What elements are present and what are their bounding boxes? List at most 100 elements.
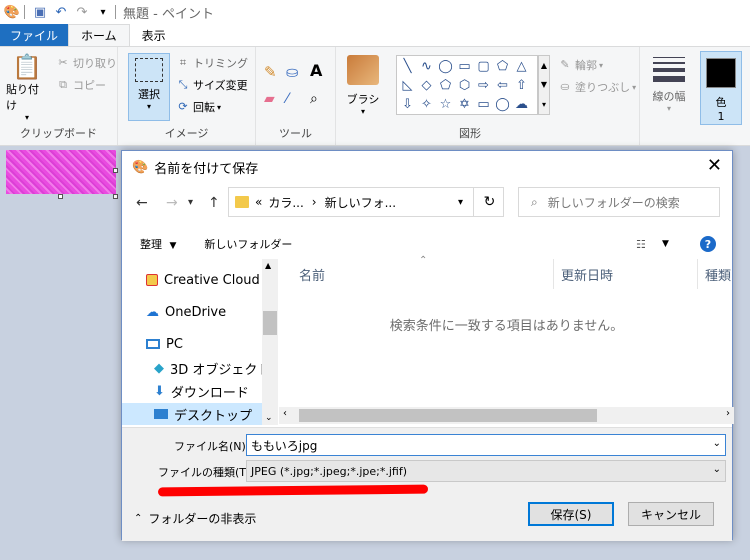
chevron-down-icon[interactable]: ⌄ [713, 464, 721, 475]
scroll-thumb[interactable] [263, 311, 277, 335]
six-point-star-icon[interactable]: ✡ [455, 95, 474, 114]
chevron-down-icon[interactable]: ▾ [458, 197, 463, 208]
rounded-rect-shape-icon[interactable]: ▢ [474, 57, 493, 76]
triangle-shape-icon[interactable]: △ [512, 57, 531, 76]
hexagon-shape-icon[interactable]: ⬡ [455, 76, 474, 95]
cancel-button[interactable]: キャンセル [628, 502, 714, 526]
column-type[interactable]: 種類 [705, 259, 734, 289]
callout-cloud-icon[interactable]: ☁ [512, 95, 531, 114]
color-1-button[interactable]: 色 1 [700, 51, 742, 125]
up-icon[interactable]: ↑ [208, 195, 220, 211]
scroll-left-icon[interactable]: ‹ [283, 408, 287, 419]
close-icon[interactable]: ✕ [707, 157, 722, 175]
column-separator[interactable] [553, 259, 554, 289]
help-icon[interactable]: ? [700, 236, 716, 252]
oval-shape-icon[interactable]: ◯ [436, 57, 455, 76]
nav-item-label: Creative Cloud [164, 272, 260, 288]
diamond-shape-icon[interactable]: ◇ [417, 76, 436, 95]
text-icon[interactable]: A [310, 61, 322, 80]
scroll-down-icon[interactable]: ▼ [541, 80, 547, 89]
breadcrumb-separator[interactable]: › [312, 195, 317, 209]
cut-button[interactable]: ✂ 切り取り [56, 55, 117, 71]
tab-file[interactable]: ファイル [0, 24, 69, 46]
pencil-icon[interactable]: ✎ [264, 63, 277, 81]
redo-icon[interactable]: ↷ [73, 3, 91, 21]
save-icon[interactable]: ▣ [31, 3, 49, 21]
search-field[interactable]: ⌕ 新しいフォルダーの検索 [518, 187, 720, 217]
nav-item-creative-cloud[interactable]: Creative Cloud [146, 269, 260, 291]
expand-icon[interactable]: ▾ [542, 100, 546, 109]
scroll-right-icon[interactable]: › [726, 408, 730, 419]
file-type-select[interactable]: JPEG (*.jpg;*.jpeg;*.jpe;*.jfif) ⌄ [246, 460, 726, 482]
magnifier-icon[interactable]: ⌕ [310, 91, 318, 107]
nav-item-pc[interactable]: PC [146, 333, 183, 355]
tab-home[interactable]: ホーム [68, 24, 130, 46]
pentagon-shape-icon[interactable]: ⬠ [436, 76, 455, 95]
undo-icon[interactable]: ↶ [52, 3, 70, 21]
line-shape-icon[interactable]: ╲ [398, 57, 417, 76]
hide-folders-toggle[interactable]: ⌃ フォルダーの非表示 [134, 510, 256, 527]
column-name[interactable]: 名前 [299, 259, 325, 289]
resize-handle[interactable] [58, 194, 63, 199]
chevron-down-icon[interactable]: ▼ [662, 239, 669, 249]
back-icon[interactable]: ← [136, 195, 148, 211]
file-name-input[interactable]: ももいろjpg ⌄ [246, 434, 726, 456]
scroll-up-icon[interactable]: ▲ [265, 261, 271, 270]
horizontal-scrollbar[interactable]: ‹ › [279, 407, 734, 424]
rotate-button[interactable]: ⟳ 回転 ▾ [176, 99, 221, 115]
curve-shape-icon[interactable]: ∿ [417, 57, 436, 76]
customize-toolbar-icon[interactable]: ▾ [94, 3, 112, 21]
forward-icon[interactable]: → [166, 195, 178, 211]
address-bar[interactable]: « カラ... › 新しいフォ... ▾ [228, 187, 504, 217]
recent-locations-icon[interactable]: ▾ [188, 197, 193, 208]
address-overflow[interactable]: « [255, 195, 262, 209]
crop-button[interactable]: ⌗ トリミング [176, 55, 248, 71]
nav-item-3d-objects[interactable]: ◆ 3D オブジェクト [154, 357, 270, 379]
fill-button[interactable]: ⛀ 塗りつぶし ▾ [558, 79, 636, 95]
left-arrow-shape-icon[interactable]: ⇦ [493, 76, 512, 95]
eraser-icon[interactable]: ▰ [264, 91, 275, 107]
down-arrow-shape-icon[interactable]: ⇩ [398, 95, 417, 114]
copy-button[interactable]: ⧉ コピー [56, 77, 106, 93]
nav-scrollbar[interactable]: ▲ ⌄ [262, 259, 278, 425]
right-triangle-shape-icon[interactable]: ◺ [398, 76, 417, 95]
view-options-icon[interactable]: ☷ [636, 238, 646, 251]
resize-button[interactable]: ⤡ サイズ変更 [176, 77, 248, 93]
column-modified[interactable]: 更新日時 [561, 259, 613, 289]
nav-item-onedrive[interactable]: ☁ OneDrive [146, 301, 226, 323]
up-arrow-shape-icon[interactable]: ⇧ [512, 76, 531, 95]
callout-oval-icon[interactable]: ◯ [493, 95, 512, 114]
chevron-down-icon[interactable]: ⌄ [713, 438, 721, 449]
rectangle-shape-icon[interactable]: ▭ [455, 57, 474, 76]
scroll-thumb[interactable] [299, 409, 597, 422]
scroll-down-icon[interactable]: ⌄ [265, 413, 273, 423]
organize-button[interactable]: 整理 ▼ [140, 236, 176, 252]
address-segment-2[interactable]: 新しいフォ... [325, 194, 396, 211]
callout-rect-icon[interactable]: ▭ [474, 95, 493, 114]
fill-bucket-icon[interactable]: ⛀ [286, 63, 299, 81]
canvas-pink-fill[interactable] [6, 150, 116, 194]
nav-item-desktop[interactable]: デスクトップ [122, 403, 262, 425]
five-point-star-icon[interactable]: ☆ [436, 95, 455, 114]
four-point-star-icon[interactable]: ✧ [417, 95, 436, 114]
resize-handle[interactable] [113, 168, 118, 173]
address-segment-1[interactable]: カラ... [268, 194, 303, 211]
shapes-scrollbar[interactable]: ▲ ▼ ▾ [538, 55, 550, 115]
column-separator[interactable] [697, 259, 698, 289]
color-picker-icon[interactable]: ⁄ [286, 91, 288, 107]
nav-item-downloads[interactable]: ⬇ ダウンロード [154, 380, 249, 402]
scroll-up-icon[interactable]: ▲ [541, 61, 547, 70]
line-width-button[interactable]: 線の幅 ▾ [648, 55, 690, 113]
paste-button[interactable]: 📋 貼り付け ▾ [6, 53, 48, 122]
polygon-shape-icon[interactable]: ⬠ [493, 57, 512, 76]
outline-button[interactable]: ✎ 輪郭 ▾ [558, 57, 603, 73]
resize-handle[interactable] [113, 194, 118, 199]
right-arrow-shape-icon[interactable]: ⇨ [474, 76, 493, 95]
refresh-button[interactable]: ↻ [473, 188, 505, 216]
tab-view[interactable]: 表示 [130, 24, 178, 46]
brush-button[interactable]: ブラシ ▾ [342, 55, 384, 116]
shapes-gallery[interactable]: ╲ ∿ ◯ ▭ ▢ ⬠ △ ◺ ◇ ⬠ ⬡ ⇨ ⇦ ⇧ ⇩ ✧ ☆ ✡ ▭ ◯ … [396, 55, 538, 115]
new-folder-button[interactable]: 新しいフォルダー [204, 236, 292, 252]
save-button[interactable]: 保存(S) [528, 502, 614, 526]
select-button[interactable]: 選択 ▾ [128, 53, 170, 121]
